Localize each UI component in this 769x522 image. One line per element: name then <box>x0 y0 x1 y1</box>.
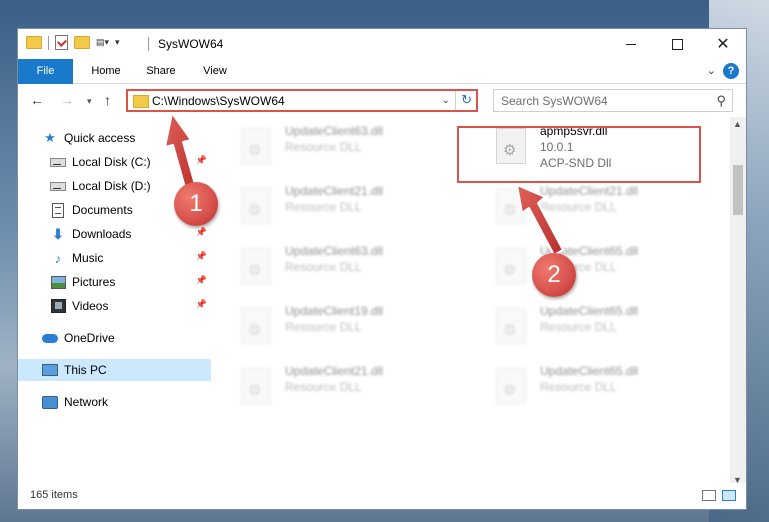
step-badge-2: 2 <box>532 253 576 297</box>
step-badge-1: 1 <box>174 182 218 226</box>
arrow-1 <box>164 112 197 192</box>
annotation-arrows <box>164 112 564 256</box>
arrow-2 <box>516 184 564 256</box>
